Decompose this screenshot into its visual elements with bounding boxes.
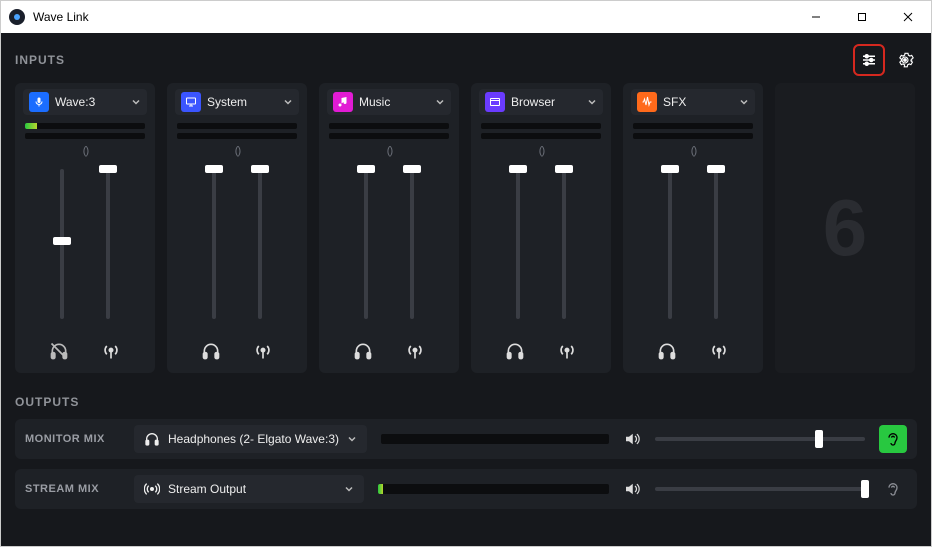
channel-label: Browser	[511, 95, 581, 109]
stream-device-dropdown[interactable]: Stream Output	[134, 475, 364, 503]
channel-meter-a	[481, 123, 601, 129]
stream-mute-button-wave3[interactable]	[99, 339, 123, 363]
chevron-down-icon	[283, 97, 293, 107]
window-close-button[interactable]	[885, 1, 931, 33]
app-icon	[9, 9, 25, 25]
chevron-down-icon	[435, 97, 445, 107]
monitor-fader-music[interactable]	[359, 169, 373, 319]
channel-label: System	[207, 95, 277, 109]
channel-meter-b	[25, 133, 145, 139]
empty-channel-slot[interactable]: 6	[775, 83, 915, 373]
speaker-icon	[623, 480, 641, 498]
music-note-icon	[333, 92, 353, 112]
channel-dropdown-browser[interactable]: Browser	[479, 89, 603, 115]
stream-mute-button-sfx[interactable]	[707, 339, 731, 363]
monitor-mute-button-system[interactable]	[199, 339, 223, 363]
window-minimize-button[interactable]	[793, 1, 839, 33]
monitor-icon	[181, 92, 201, 112]
waveform-icon	[637, 92, 657, 112]
window-title: Wave Link	[33, 10, 89, 24]
stream-mute-button-system[interactable]	[251, 339, 275, 363]
mixer-settings-button[interactable]	[857, 48, 881, 72]
channel-meter-b	[481, 133, 601, 139]
link-indicator-icon[interactable]: ( )	[83, 145, 87, 157]
channel-wave3: Wave:3 ( )	[15, 83, 155, 373]
stream-fader-music[interactable]	[405, 169, 419, 319]
stream-listen-button[interactable]	[879, 475, 907, 503]
output-row-monitor: MONITOR MIX Headphones (2- Elgato Wave:3…	[15, 419, 917, 459]
mic-icon	[29, 92, 49, 112]
stream-mute-button-browser[interactable]	[555, 339, 579, 363]
chevron-down-icon	[347, 434, 357, 444]
channel-meter-b	[177, 133, 297, 139]
stream-level-meter	[378, 484, 609, 494]
channel-meter-a	[177, 123, 297, 129]
channel-browser: Browser ( )	[471, 83, 611, 373]
monitor-mute-button-music[interactable]	[351, 339, 375, 363]
channel-meter-b	[329, 133, 449, 139]
link-indicator-icon[interactable]: ( )	[539, 145, 543, 157]
monitor-device-label: Headphones (2- Elgato Wave:3)	[168, 432, 339, 446]
chevron-down-icon	[344, 484, 354, 494]
channel-sfx: SFX ( )	[623, 83, 763, 373]
link-indicator-icon[interactable]: ( )	[387, 145, 391, 157]
channel-meter-a	[633, 123, 753, 129]
output-label-stream: STREAM MIX	[25, 483, 120, 495]
stream-fader-wave3[interactable]	[101, 169, 115, 319]
stream-fader-sfx[interactable]	[709, 169, 723, 319]
monitor-volume-slider[interactable]	[655, 431, 865, 447]
channel-system: System ( )	[167, 83, 307, 373]
speaker-icon	[623, 430, 641, 448]
monitor-fader-browser[interactable]	[511, 169, 525, 319]
link-indicator-icon[interactable]: ( )	[235, 145, 239, 157]
stream-fader-system[interactable]	[253, 169, 267, 319]
output-label-monitor: MONITOR MIX	[25, 433, 120, 445]
window-titlebar: Wave Link	[1, 1, 931, 33]
output-row-stream: STREAM MIX Stream Output	[15, 469, 917, 509]
channel-meter-a	[329, 123, 449, 129]
monitor-level-meter	[381, 434, 609, 444]
monitor-mute-button-wave3[interactable]	[47, 339, 71, 363]
monitor-mute-button-browser[interactable]	[503, 339, 527, 363]
channel-dropdown-wave3[interactable]: Wave:3	[23, 89, 147, 115]
chevron-down-icon	[131, 97, 141, 107]
broadcast-icon	[144, 481, 160, 497]
section-title-inputs: INPUTS	[15, 53, 65, 67]
link-indicator-icon[interactable]: ( )	[691, 145, 695, 157]
chevron-down-icon	[739, 97, 749, 107]
channel-meter-a	[25, 123, 145, 129]
channel-music: Music ( )	[319, 83, 459, 373]
mixer-settings-highlight	[853, 44, 885, 76]
channel-label: Wave:3	[55, 95, 125, 109]
monitor-fader-sfx[interactable]	[663, 169, 677, 319]
stream-mute-button-music[interactable]	[403, 339, 427, 363]
channel-dropdown-sfx[interactable]: SFX	[631, 89, 755, 115]
window-maximize-button[interactable]	[839, 1, 885, 33]
stream-device-label: Stream Output	[168, 482, 336, 496]
stream-volume-slider[interactable]	[655, 481, 865, 497]
stream-fader-browser[interactable]	[557, 169, 571, 319]
monitor-mute-button-sfx[interactable]	[655, 339, 679, 363]
monitor-fader-system[interactable]	[207, 169, 221, 319]
channel-meter-b	[633, 133, 753, 139]
channel-label: Music	[359, 95, 429, 109]
channel-dropdown-music[interactable]: Music	[327, 89, 451, 115]
headphones-icon	[144, 431, 160, 447]
monitor-listen-button[interactable]	[879, 425, 907, 453]
channel-dropdown-system[interactable]: System	[175, 89, 299, 115]
monitor-device-dropdown[interactable]: Headphones (2- Elgato Wave:3)	[134, 425, 367, 453]
monitor-fader-wave3[interactable]	[55, 169, 69, 319]
window-icon	[485, 92, 505, 112]
channel-label: SFX	[663, 95, 733, 109]
section-title-outputs: OUTPUTS	[15, 395, 917, 409]
chevron-down-icon	[587, 97, 597, 107]
settings-button[interactable]	[893, 48, 917, 72]
